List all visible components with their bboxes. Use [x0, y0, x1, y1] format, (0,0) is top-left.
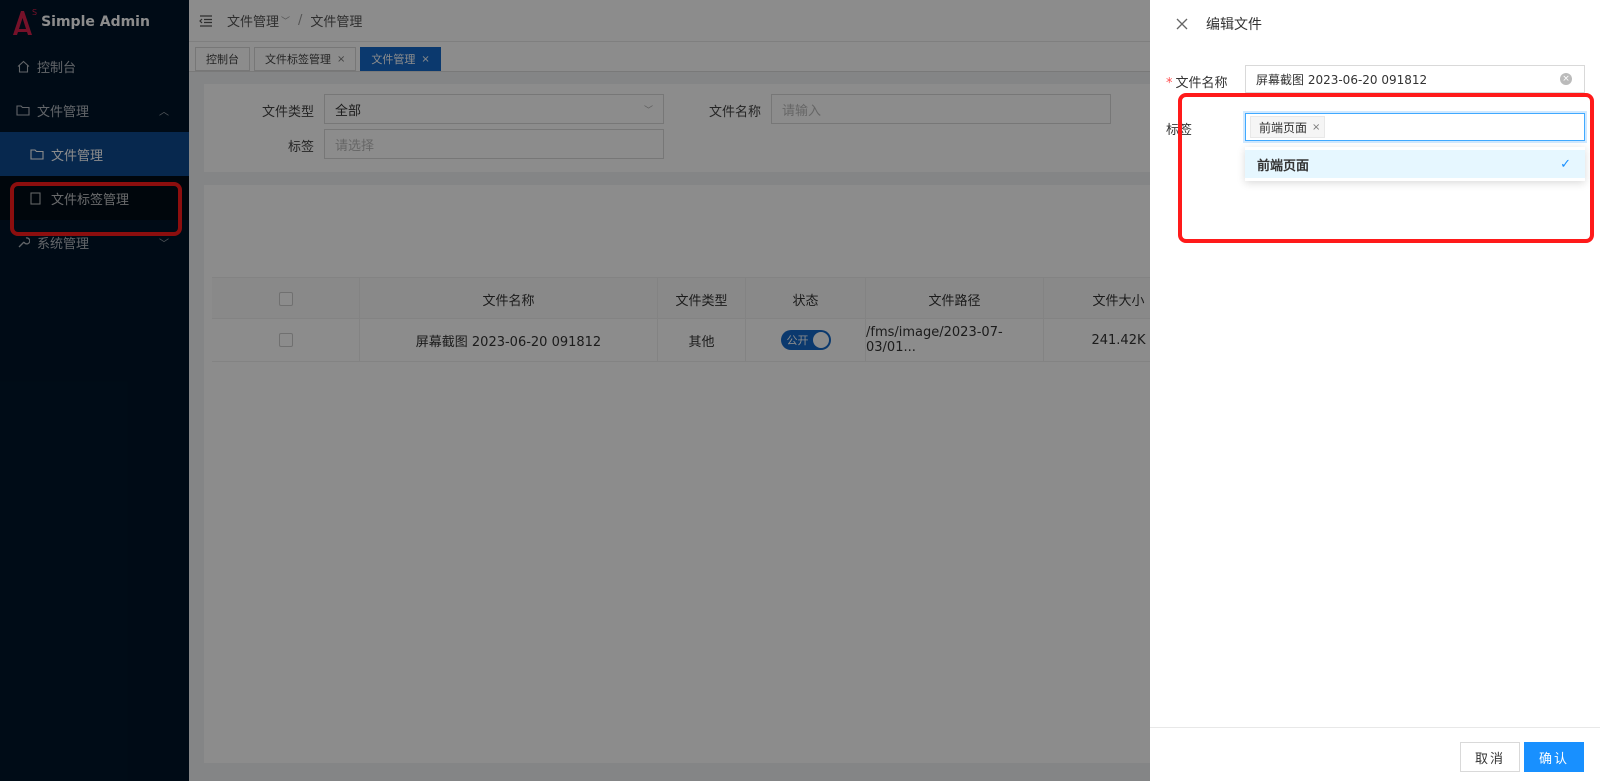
drawer-title: 编辑文件	[1206, 17, 1262, 33]
confirm-label: 确认	[1539, 751, 1570, 767]
required-mark: *	[1166, 76, 1173, 91]
file-name-field[interactable]: 屏幕截图 2023-06-20 091812 ×	[1245, 65, 1585, 93]
file-name-label: * 文件名称	[1166, 72, 1228, 91]
highlight-box-tags	[1178, 93, 1594, 243]
confirm-button[interactable]: 确认	[1524, 742, 1585, 772]
cancel-label: 取消	[1475, 751, 1506, 767]
close-icon[interactable]	[1176, 18, 1188, 30]
clear-icon[interactable]: ×	[1560, 73, 1572, 85]
cancel-button[interactable]: 取消	[1460, 742, 1521, 772]
edit-file-drawer: 编辑文件 * 文件名称 屏幕截图 2023-06-20 091812 × 标签 前…	[1150, 0, 1600, 781]
drawer-footer: 取消 确认	[1150, 727, 1600, 781]
file-name-label-text: 文件名称	[1175, 76, 1228, 91]
file-name-value: 屏幕截图 2023-06-20 091812	[1256, 72, 1428, 87]
drawer-header: 编辑文件	[1150, 0, 1600, 48]
modal-mask[interactable]	[0, 0, 1150, 781]
